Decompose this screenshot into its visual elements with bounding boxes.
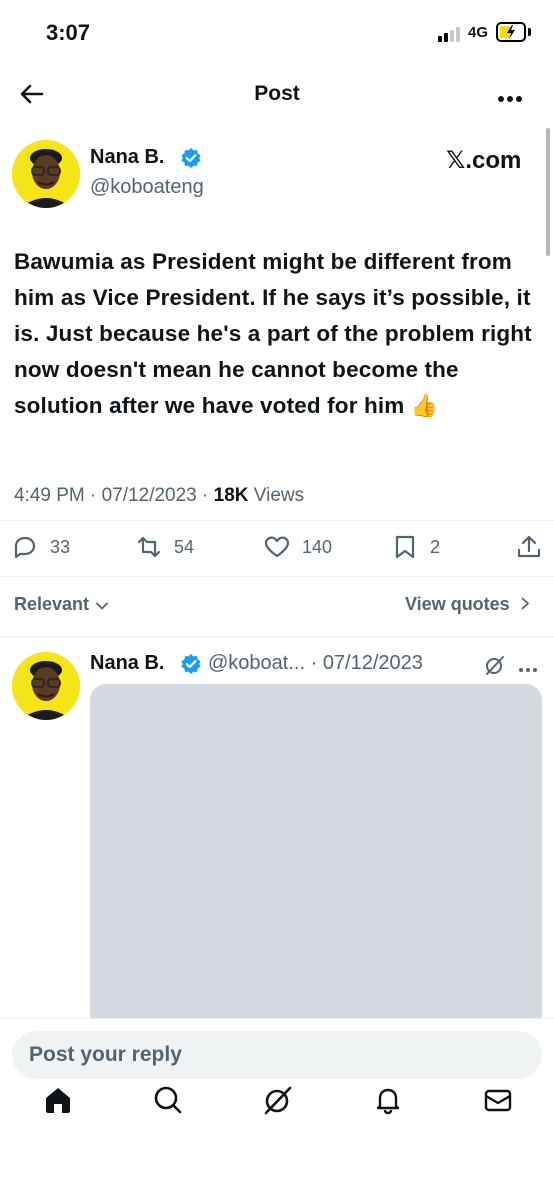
battery-icon [496, 22, 526, 42]
reply-header: Nana B. @koboat... · 07/12/2023 [90, 652, 544, 680]
bookmark-count: 2 [430, 536, 441, 557]
view-quotes-link[interactable]: View quotes [405, 594, 530, 615]
scrollbar[interactable] [546, 128, 550, 256]
tab-notifications[interactable] [372, 1084, 408, 1120]
top-nav-bar: Post [0, 70, 554, 118]
home-icon [46, 1088, 70, 1113]
notifications-icon [376, 1088, 400, 1115]
tab-home[interactable] [42, 1084, 78, 1120]
thumbs-up-emoji: 👍 [410, 393, 439, 418]
repost-count: 54 [174, 536, 195, 557]
reply-handle-date[interactable]: @koboat... · 07/12/2023 [208, 652, 423, 675]
post-text: Bawumia as President might be different … [14, 244, 534, 424]
reply-avatar[interactable] [12, 652, 80, 720]
sort-label: Relevant [14, 594, 90, 614]
post-body: Bawumia as President might be different … [14, 249, 532, 418]
author-handle[interactable]: @koboateng [90, 176, 204, 199]
like-button[interactable]: 140 [264, 532, 332, 562]
heart-icon [264, 536, 290, 558]
author-name[interactable]: Nana B. [90, 146, 164, 169]
sort-dropdown[interactable]: Relevant [14, 594, 108, 615]
battery-nub [528, 28, 531, 36]
messages-icon [484, 1089, 512, 1112]
cellular-signal-icon [438, 26, 464, 42]
like-count: 140 [302, 536, 333, 557]
media-placeholder[interactable] [90, 684, 542, 1024]
reply-button[interactable]: 33 [12, 532, 70, 562]
tab-search[interactable] [152, 1084, 188, 1120]
views-label[interactable]: Views [254, 485, 304, 506]
reply-icon [14, 536, 36, 559]
share-icon [517, 535, 541, 558]
reply-date: 07/12/2023 [322, 652, 423, 674]
chevron-down-icon [96, 602, 108, 610]
source-label: 𝕏.com [446, 147, 522, 174]
divider [0, 576, 554, 577]
divider [0, 520, 554, 521]
bottom-tab-bar [0, 1084, 554, 1156]
chevron-right-icon [521, 597, 529, 610]
view-quotes-label: View quotes [405, 594, 510, 614]
repost-button[interactable]: 54 [136, 532, 194, 562]
search-icon [154, 1086, 182, 1114]
share-button[interactable] [516, 532, 542, 562]
bookmark-icon [395, 535, 415, 559]
post-date: 07/12/2023 [101, 485, 197, 506]
more-horizontal-icon[interactable] [518, 660, 538, 672]
reply-author-name[interactable]: Nana B. [90, 652, 164, 675]
views-count: 18K [213, 485, 249, 506]
repost-icon [137, 536, 161, 558]
verified-badge-icon [180, 147, 202, 169]
verified-badge-icon [180, 653, 202, 675]
tab-grok[interactable] [262, 1084, 298, 1120]
more-horizontal-icon[interactable] [496, 90, 526, 102]
status-time: 3:07 [46, 20, 91, 45]
post-time: 4:49 PM [14, 485, 85, 506]
author-avatar[interactable] [12, 140, 80, 208]
bookmark-button[interactable]: 2 [392, 532, 440, 562]
divider [0, 636, 554, 637]
reply-input[interactable] [12, 1031, 542, 1079]
reply-handle: @koboat... [208, 652, 306, 674]
reply-count: 33 [50, 536, 71, 557]
action-bar: 33 54 140 2 [0, 532, 554, 562]
grok-icon [264, 1086, 292, 1115]
post-meta: 4:49 PM · 07/12/2023 · 18K Views [14, 485, 305, 506]
status-bar: 3:07 4G [0, 0, 554, 64]
grok-icon[interactable] [484, 654, 506, 676]
tab-messages[interactable] [482, 1084, 518, 1120]
page-title: Post [254, 82, 300, 105]
network-type: 4G [468, 24, 489, 41]
